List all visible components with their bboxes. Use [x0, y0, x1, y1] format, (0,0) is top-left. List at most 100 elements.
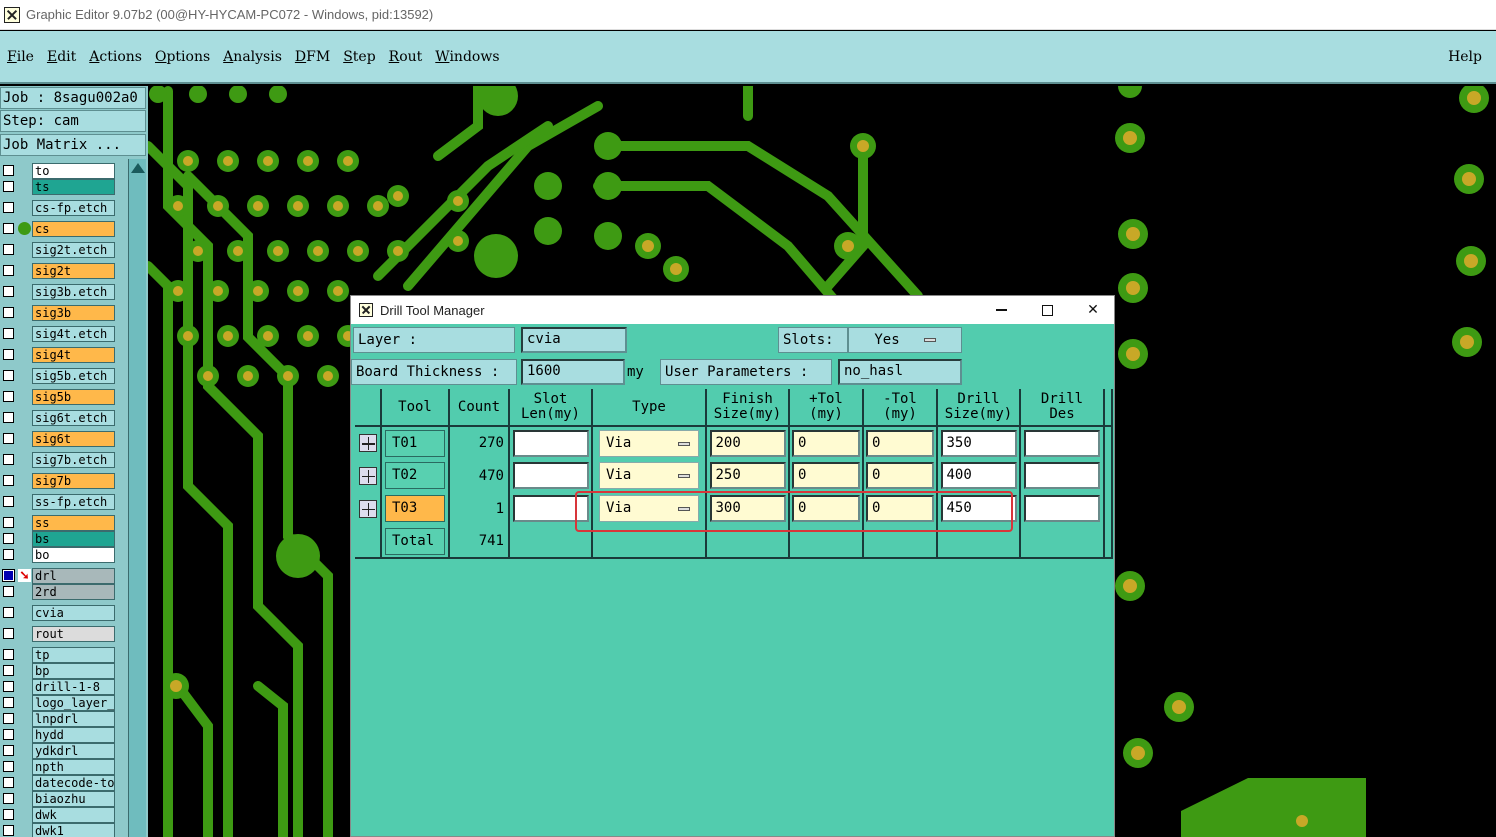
layer-name[interactable]: biaozhu [32, 791, 115, 807]
layer-row[interactable]: lnpdrl [0, 711, 118, 727]
type-option-menu[interactable]: Via [599, 462, 699, 489]
layer-row[interactable]: sig5b [0, 389, 118, 405]
layer-name[interactable]: sig4t [32, 347, 115, 363]
tool-button[interactable]: T03 [385, 495, 445, 522]
drill-des-input[interactable] [1024, 462, 1100, 489]
type-option-menu[interactable]: Via [599, 495, 699, 522]
minus-tol-input[interactable]: 0 [866, 495, 934, 522]
layer-checkbox[interactable] [3, 244, 14, 255]
layer-row[interactable]: sig4t.etch [0, 326, 118, 342]
layer-checkbox[interactable] [3, 265, 14, 276]
layer-row[interactable]: bo [0, 547, 118, 563]
layer-row[interactable]: sig3b [0, 305, 118, 321]
layer-row[interactable]: dwk1 [0, 823, 118, 837]
layer-row[interactable]: npth [0, 759, 118, 775]
plus-tol-input[interactable]: 0 [792, 495, 860, 522]
layer-row[interactable]: sig7b.etch [0, 452, 118, 468]
layer-row[interactable]: sig5b.etch [0, 368, 118, 384]
layer-name[interactable]: sig5b [32, 389, 115, 405]
minus-tol-input[interactable]: 0 [866, 429, 934, 457]
menu-windows[interactable]: Windows [435, 49, 499, 65]
layer-checkbox[interactable] [3, 809, 14, 820]
plus-tol-input[interactable]: 0 [792, 462, 860, 489]
layer-name[interactable]: bs [32, 531, 115, 547]
layer-row[interactable]: bs [0, 531, 118, 547]
layer-checkbox[interactable] [3, 165, 14, 176]
layer-row[interactable]: sig6t [0, 431, 118, 447]
slot-len-input[interactable] [512, 495, 589, 522]
layer-name[interactable]: drill-1-8 [32, 679, 115, 695]
layer-name[interactable]: ss-fp.etch [32, 494, 115, 510]
menu-dfm[interactable]: DFM [295, 49, 330, 65]
layer-checkbox[interactable] [3, 697, 14, 708]
layer-checkbox[interactable] [3, 349, 14, 360]
layer-name[interactable]: dwk [32, 807, 115, 823]
layer-row[interactable]: hydd [0, 727, 118, 743]
layer-name[interactable]: ydkdrl [32, 743, 115, 759]
layer-row[interactable]: sig2t [0, 263, 118, 279]
layer-name[interactable]: npth [32, 759, 115, 775]
layer-field[interactable]: cvia [521, 327, 627, 353]
layer-checkbox[interactable] [3, 391, 14, 402]
minimize-button[interactable] [978, 296, 1024, 324]
layer-name[interactable]: sig3b.etch [32, 284, 115, 300]
menu-edit[interactable]: Edit [47, 49, 76, 65]
layer-name[interactable]: logo_layer_1 [32, 695, 115, 711]
layer-scrollbar[interactable] [128, 159, 146, 837]
layer-name[interactable]: drl [32, 568, 115, 584]
menu-rout[interactable]: Rout [389, 49, 423, 65]
layer-row[interactable]: bp [0, 663, 118, 679]
menu-step[interactable]: Step [343, 49, 375, 65]
finish-size-input[interactable]: 300 [709, 495, 786, 522]
menu-file[interactable]: File [7, 49, 34, 65]
expand-plus-icon[interactable] [358, 434, 377, 452]
layer-name[interactable]: sig5b.etch [32, 368, 115, 384]
layer-name[interactable]: lnpdrl [32, 711, 115, 727]
layer-row[interactable]: 2rd [0, 584, 118, 600]
layer-checkbox[interactable] [3, 665, 14, 676]
layer-name[interactable]: ts [32, 179, 115, 195]
layer-row[interactable]: cs [0, 221, 118, 237]
layer-name[interactable]: hydd [32, 727, 115, 743]
type-option-menu[interactable]: Via [599, 429, 699, 457]
layer-name[interactable]: sig6t [32, 431, 115, 447]
layer-row[interactable]: sig6t.etch [0, 410, 118, 426]
layer-name[interactable]: sig2t [32, 263, 115, 279]
close-button[interactable]: ✕ [1070, 296, 1116, 324]
layer-name[interactable]: sig6t.etch [32, 410, 115, 426]
layer-row[interactable]: rout [0, 626, 118, 642]
layer-checkbox[interactable] [3, 628, 14, 639]
layer-row[interactable]: sig4t [0, 347, 118, 363]
job-matrix-button[interactable]: Job Matrix ... [0, 134, 146, 156]
drill-des-input[interactable] [1024, 495, 1100, 522]
layer-row[interactable]: to [0, 163, 118, 179]
layer-name[interactable]: rout [32, 626, 115, 642]
layer-checkbox[interactable] [3, 745, 14, 756]
drill-size-input[interactable]: 450 [940, 495, 1017, 522]
layer-checkbox[interactable] [3, 729, 14, 740]
menu-options[interactable]: Options [155, 49, 210, 65]
layer-name[interactable]: to [32, 163, 115, 179]
layer-checkbox[interactable] [3, 370, 14, 381]
layer-row[interactable]: drill-1-8 [0, 679, 118, 695]
layer-checkbox[interactable] [3, 433, 14, 444]
layer-checkbox[interactable] [3, 761, 14, 772]
layer-checkbox[interactable] [3, 412, 14, 423]
layer-row[interactable]: dwk [0, 807, 118, 823]
layer-row[interactable]: sig3b.etch [0, 284, 118, 300]
layer-row[interactable]: datecode-to [0, 775, 118, 791]
tool-button[interactable]: T01 [385, 429, 445, 457]
layer-name[interactable]: cvia [32, 605, 115, 621]
layer-checkbox[interactable] [3, 475, 14, 486]
drill-size-input[interactable]: 350 [940, 429, 1017, 457]
layer-checkbox[interactable] [3, 649, 14, 660]
layer-checkbox[interactable] [3, 713, 14, 724]
finish-size-input[interactable]: 200 [709, 429, 786, 457]
layer-checkbox[interactable] [2, 569, 15, 582]
layer-name[interactable]: sig3b [32, 305, 115, 321]
scroll-up-arrow-icon[interactable] [130, 163, 145, 173]
layer-name[interactable]: tp [32, 647, 115, 663]
menu-analysis[interactable]: Analysis [223, 49, 282, 65]
layer-row[interactable]: cs-fp.etch [0, 200, 118, 216]
layer-checkbox[interactable] [3, 607, 14, 618]
